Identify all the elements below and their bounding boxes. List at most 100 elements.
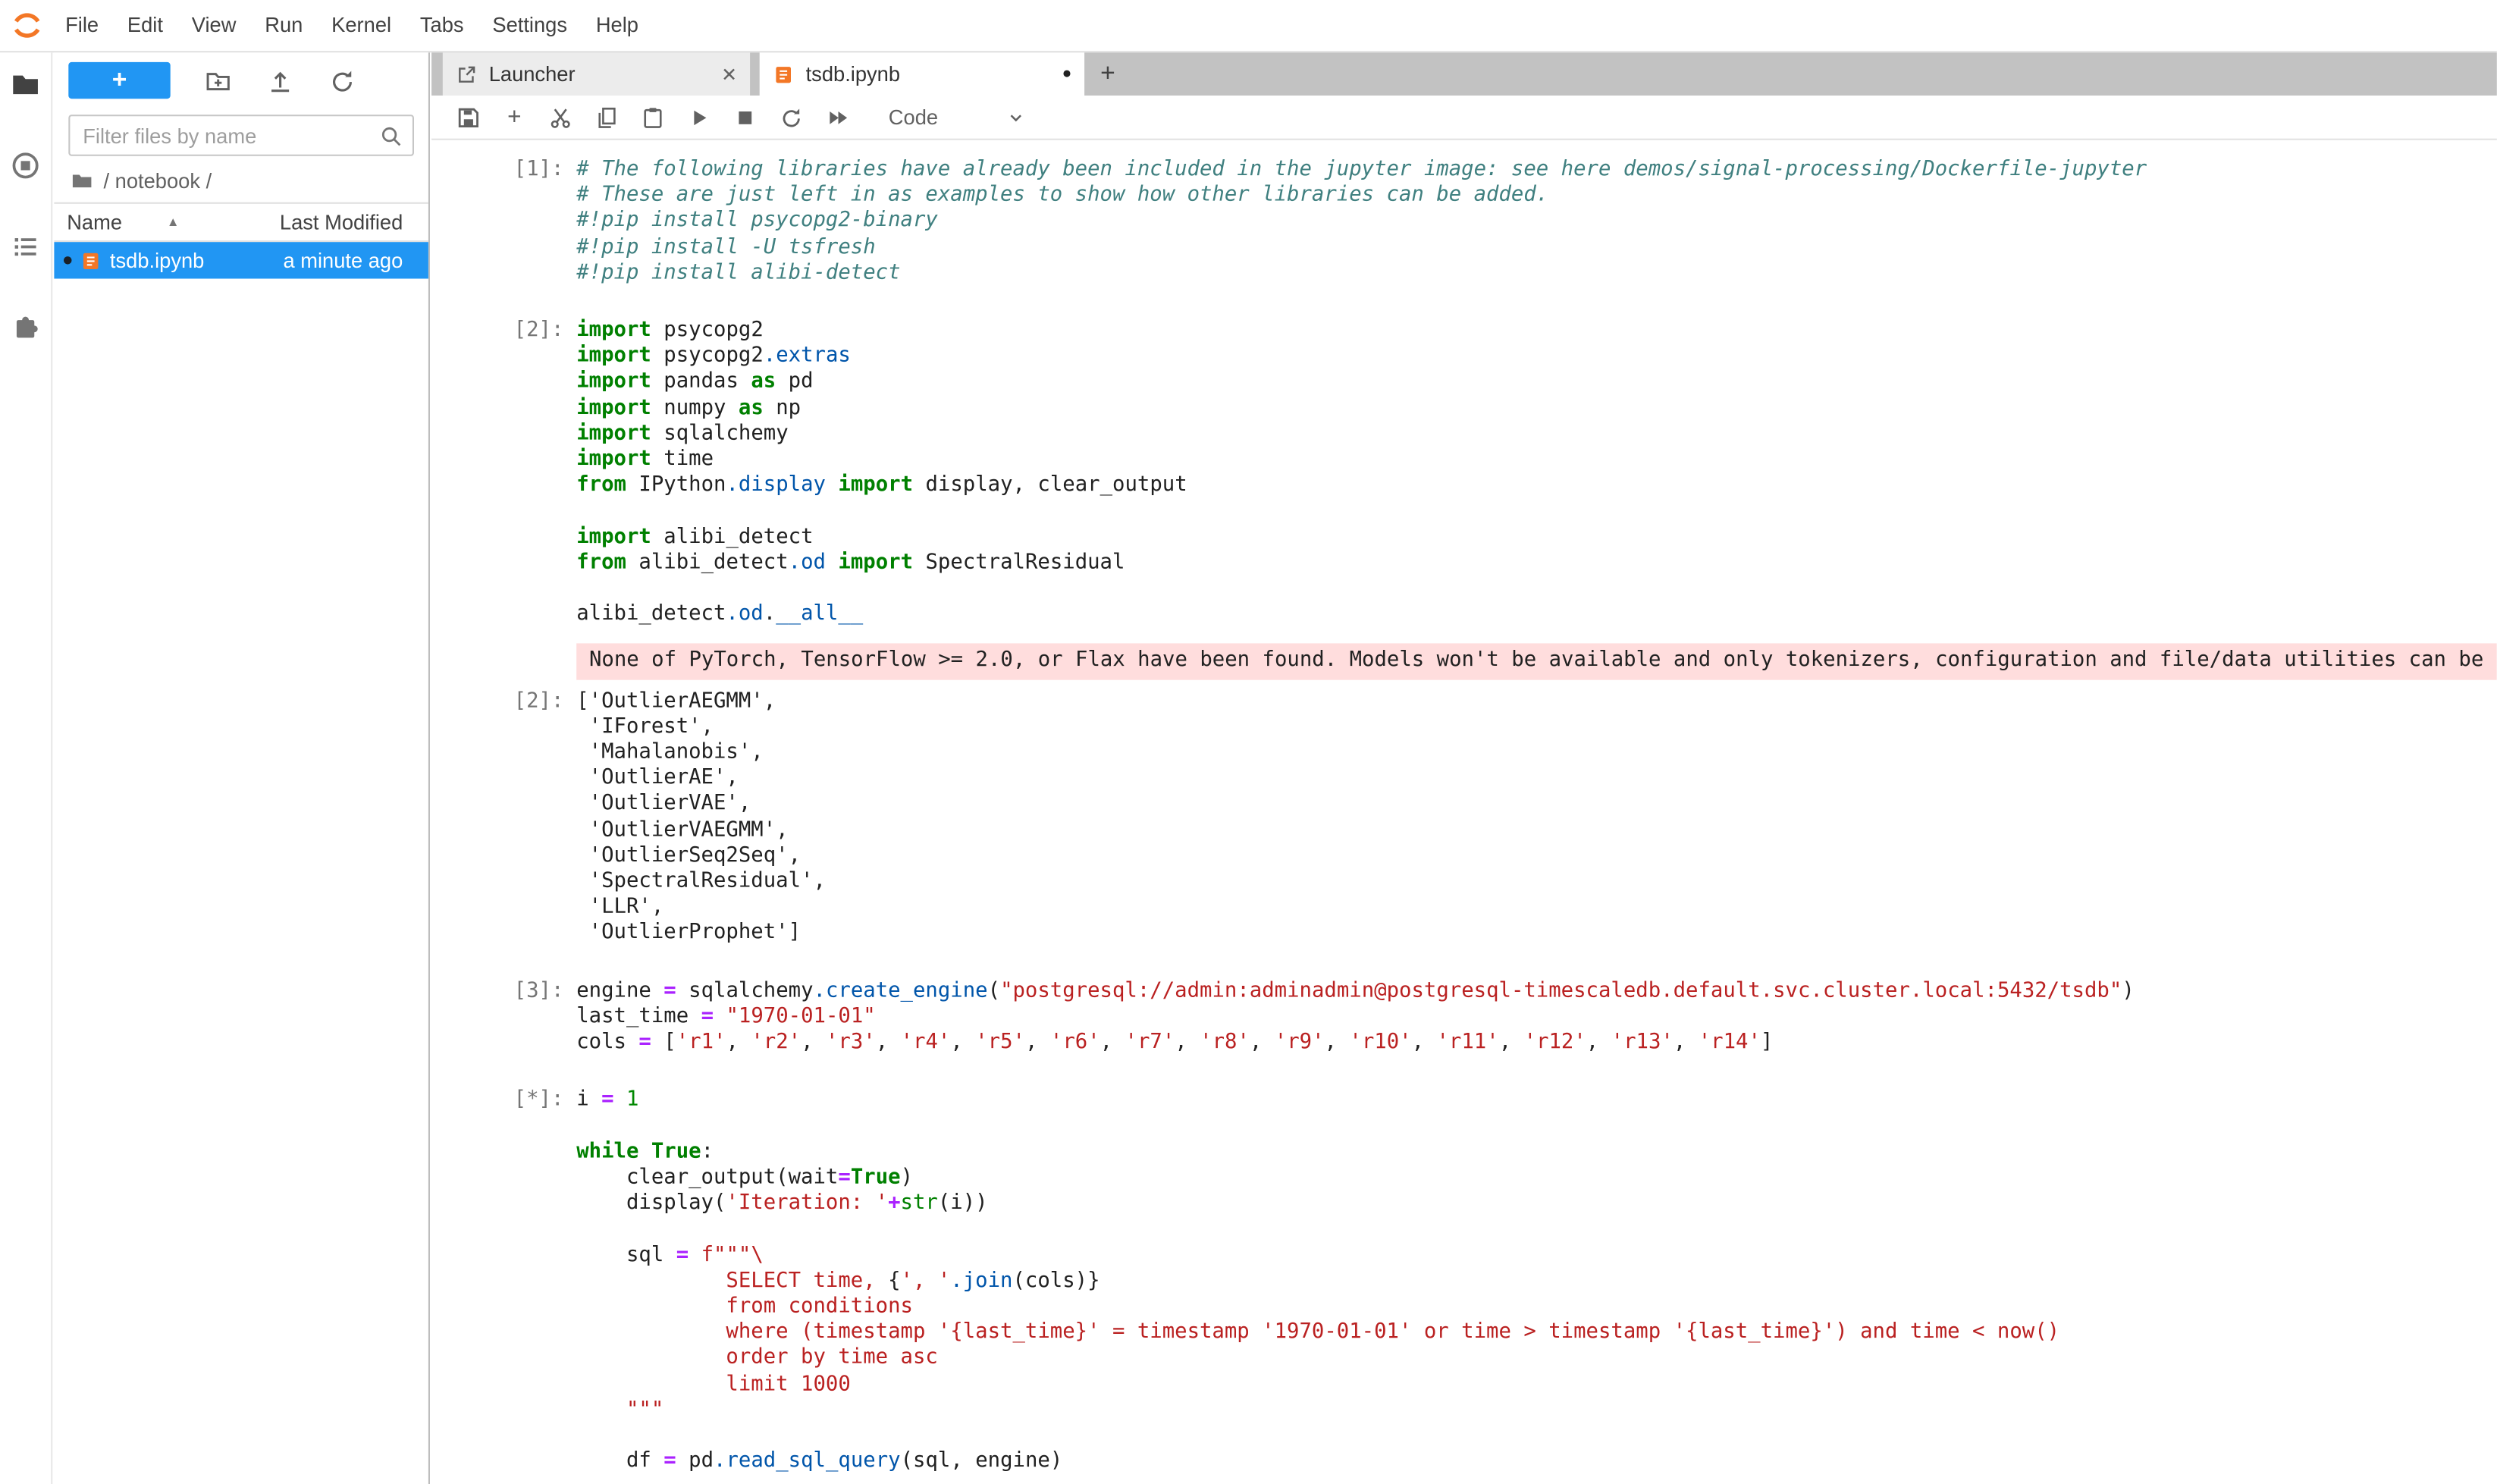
sidebar-tab-running-kernels[interactable] [10, 149, 42, 181]
breadcrumb[interactable]: / notebook / [54, 156, 428, 202]
code-line: import numpy as np [576, 396, 1187, 422]
notebook-file-icon [80, 249, 102, 271]
refresh-button[interactable] [328, 66, 357, 95]
code-editor[interactable]: i = 1 while True: clear_output(wait=True… [576, 1088, 2059, 1475]
code-line: import alibi_detect [576, 525, 1187, 551]
close-icon[interactable]: ✕ [721, 63, 737, 85]
restart-kernel-button[interactable] [777, 102, 806, 131]
menu-file[interactable]: File [51, 0, 113, 51]
new-launcher-button[interactable]: + [68, 62, 170, 99]
insert-cell-button[interactable]: + [500, 102, 529, 131]
input-prompt: [2]: [443, 318, 576, 344]
folder-icon [70, 169, 94, 193]
code-line [576, 1423, 2059, 1449]
output-line: ['OutlierAEGMM', [576, 689, 826, 715]
add-tab-button[interactable]: + [1084, 52, 1131, 96]
copy-cells-button[interactable] [592, 102, 621, 131]
menu-settings[interactable]: Settings [478, 0, 581, 51]
jupyterlab-app: File Edit View Run Kernel Tabs Settings … [0, 0, 2497, 1484]
restart-run-all-button[interactable] [823, 102, 852, 131]
refresh-icon [328, 66, 357, 95]
activity-bar [0, 52, 52, 1484]
file-modified: a minute ago [283, 249, 403, 273]
sidebar-tab-extension-manager[interactable] [10, 312, 42, 344]
sidebar-tab-table-of-contents[interactable] [10, 231, 42, 263]
menu-edit[interactable]: Edit [113, 0, 177, 51]
cut-icon [547, 105, 573, 130]
code-editor[interactable]: engine = sqlalchemy.create_engine("postg… [576, 979, 2135, 1056]
paste-icon [640, 105, 666, 130]
notebook-icon [772, 63, 794, 85]
tab-bar: Launcher ✕ tsdb.ipynb ● + [431, 52, 2497, 96]
code-line: import time [576, 447, 1187, 473]
code-line: """ [576, 1398, 2059, 1423]
input-prompt: [*]: [443, 1088, 576, 1114]
code-line: while True: [576, 1140, 2059, 1166]
menubar: File Edit View Run Kernel Tabs Settings … [0, 0, 2497, 52]
output-line: 'IForest', [576, 715, 826, 741]
code-line: engine = sqlalchemy.create_engine("postg… [576, 979, 2135, 1005]
code-cell: [2]:import psycopg2import psycopg2.extra… [443, 311, 2497, 955]
copy-icon [594, 105, 620, 130]
file-browser-panel: + [54, 52, 430, 1484]
cut-cells-button[interactable] [546, 102, 575, 131]
sort-ascending-icon: ▲ [167, 215, 180, 230]
code-line: display('Iteration: '+str(i)) [576, 1191, 2059, 1217]
tab-launcher[interactable]: Launcher ✕ [443, 52, 750, 96]
code-line [576, 1217, 2059, 1243]
sidebar-tab-file-browser[interactable] [10, 68, 42, 100]
cell-type-value: Code [889, 105, 938, 130]
save-icon [456, 105, 482, 130]
run-button[interactable] [685, 102, 714, 131]
stop-circle-icon [10, 149, 42, 181]
paste-cells-button[interactable] [638, 102, 667, 131]
code-line: SELECT time, {', '.join(cols)} [576, 1269, 2059, 1294]
jupyter-logo [10, 8, 45, 43]
output-line: 'OutlierVAEGMM', [576, 818, 826, 844]
cell-input-area: [*]:i = 1 while True: clear_output(wait=… [443, 1088, 2497, 1475]
upload-button[interactable] [266, 66, 295, 95]
menu-list: File Edit View Run Kernel Tabs Settings … [51, 0, 653, 51]
breadcrumb-path: / notebook / [104, 169, 212, 193]
code-line: last_time = "1970-01-01" [576, 1005, 2135, 1031]
cell-type-dropdown[interactable]: Code [889, 105, 1026, 130]
code-line: where (timestamp '{last_time}' = timesta… [576, 1320, 2059, 1346]
code-line: import pandas as pd [576, 370, 1187, 396]
output-line: 'Mahalanobis', [576, 741, 826, 767]
open-file-dot [64, 256, 71, 265]
run-icon [686, 105, 712, 130]
notebook-cells: [1]:# The following libraries have alrea… [431, 140, 2497, 1483]
file-row[interactable]: tsdb.ipynb a minute ago [54, 242, 428, 278]
menu-run[interactable]: Run [250, 0, 317, 51]
code-line: # The following libraries have already b… [576, 158, 2147, 184]
save-button[interactable] [454, 102, 483, 131]
notebook-panel: [1]:# The following libraries have alrea… [431, 140, 2497, 1484]
output-area: [2]:['OutlierAEGMM', 'IForest', 'Mahalan… [443, 689, 2497, 947]
name-column-label: Name [67, 210, 122, 234]
code-editor[interactable]: import psycopg2import psycopg2.extrasimp… [576, 318, 1187, 628]
code-line: from IPython.display import display, cle… [576, 473, 1187, 499]
code-line: cols = ['r1', 'r2', 'r3', 'r4', 'r5', 'r… [576, 1031, 2135, 1056]
code-line: #!pip install alibi-detect [576, 261, 2147, 287]
column-header-name[interactable]: Name ▲ [67, 210, 179, 234]
code-line: i = 1 [576, 1088, 2059, 1114]
cell-input-area: [1]:# The following libraries have alrea… [443, 158, 2497, 287]
menu-view[interactable]: View [177, 0, 251, 51]
tab-tsdb-notebook[interactable]: tsdb.ipynb ● [760, 52, 1084, 96]
output-line: 'SpectralResidual', [576, 870, 826, 896]
code-line: limit 1000 [576, 1372, 2059, 1398]
code-cell: [*]:i = 1 while True: clear_output(wait=… [443, 1080, 2497, 1482]
new-folder-button[interactable] [204, 66, 233, 95]
code-line [576, 499, 1187, 525]
interrupt-kernel-button[interactable] [731, 102, 760, 131]
code-editor[interactable]: # The following libraries have already b… [576, 158, 2147, 287]
filter-files-input[interactable] [68, 115, 414, 156]
menu-kernel[interactable]: Kernel [317, 0, 406, 51]
output-line: 'OutlierAE', [576, 767, 826, 792]
column-header-modified[interactable]: Last Modified [280, 210, 403, 234]
launcher-icon [456, 63, 478, 85]
menu-tabs[interactable]: Tabs [406, 0, 478, 51]
code-line: order by time asc [576, 1346, 2059, 1372]
code-line: clear_output(wait=True) [576, 1166, 2059, 1191]
menu-help[interactable]: Help [582, 0, 653, 51]
